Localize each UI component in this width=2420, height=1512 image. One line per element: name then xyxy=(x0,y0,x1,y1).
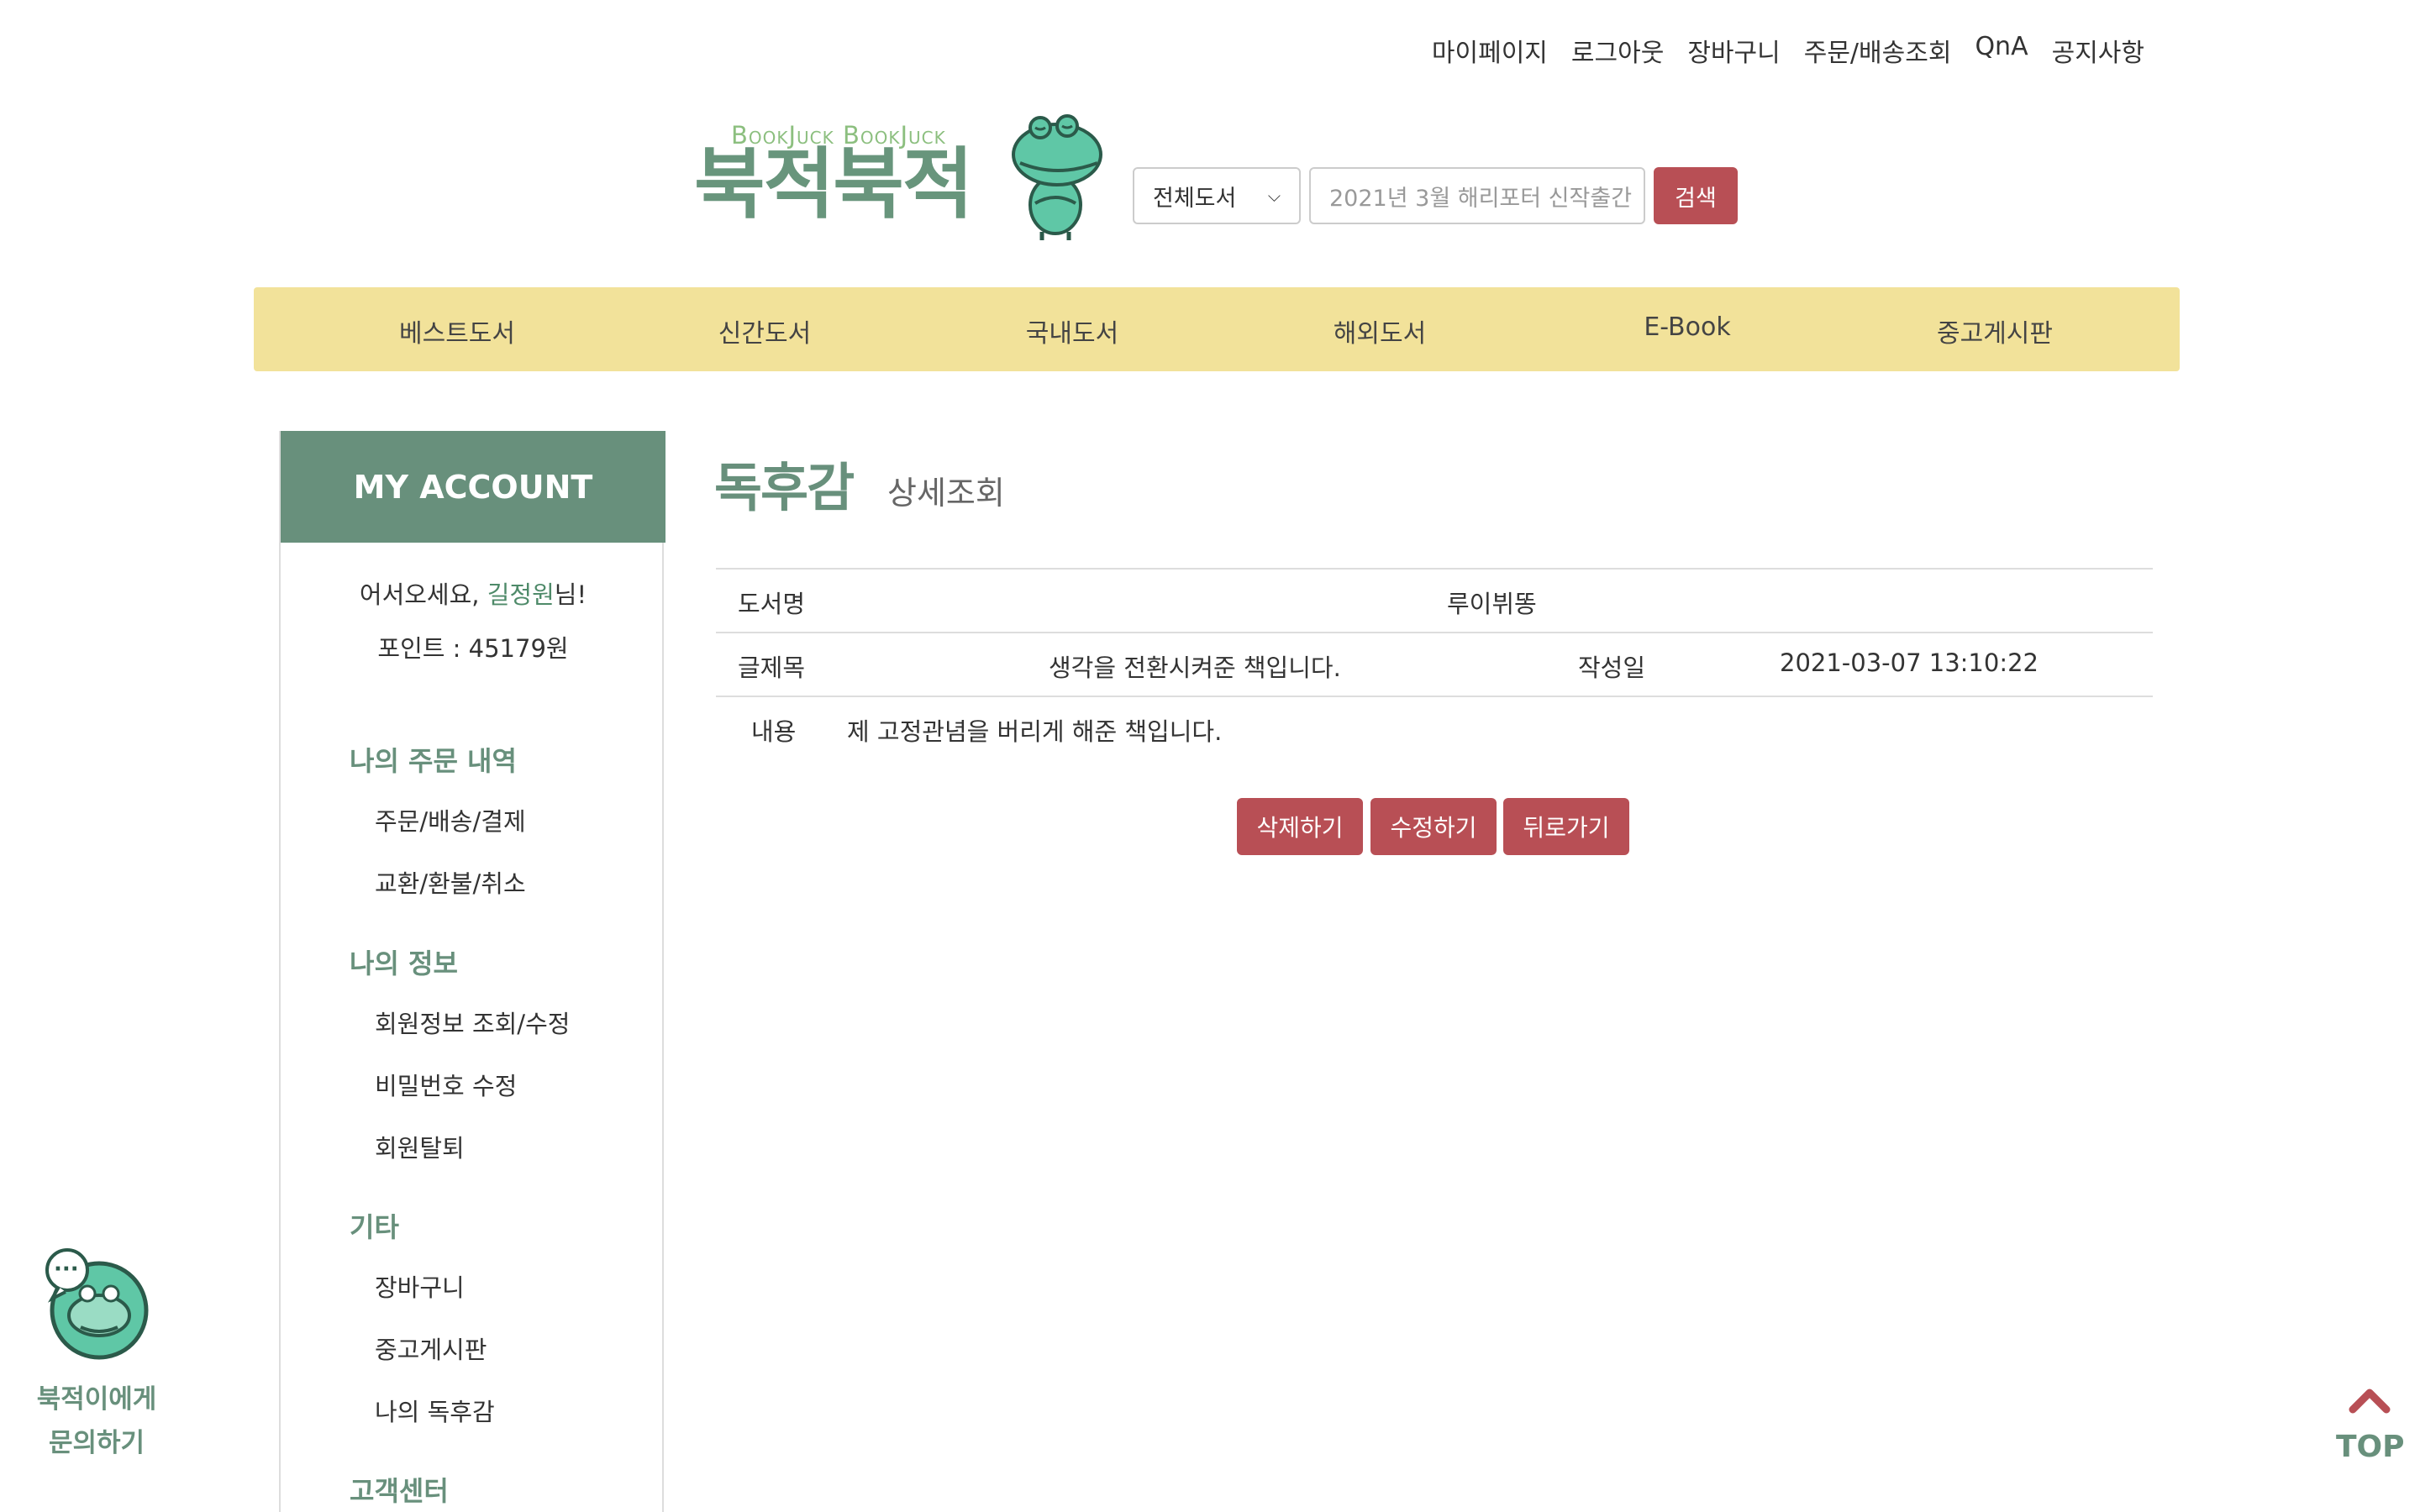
user-name: 길정원 xyxy=(487,580,555,609)
link-mypage[interactable]: 마이페이지 xyxy=(1432,32,1548,69)
search-button[interactable]: 검색 xyxy=(1654,167,1738,224)
nav-item-new[interactable]: 신간도서 xyxy=(718,312,811,349)
chat-label: 북적이에게문의하기 xyxy=(25,1378,168,1465)
user-points: 포인트 : 45179원 xyxy=(377,634,569,663)
crocodile-mascot-icon xyxy=(1012,114,1102,240)
welcome-prefix: 어서오세요, xyxy=(359,580,487,609)
table-divider xyxy=(716,696,2153,697)
chevron-down-icon: ⌵ xyxy=(1267,186,1281,206)
chat-inquiry-button[interactable]: ··· 북적이에게문의하기 xyxy=(25,1243,168,1462)
search-category-value: 전체도서 xyxy=(1153,185,1237,212)
chat-label-line1: 북적이에게 xyxy=(36,1384,157,1415)
link-cart[interactable]: 장바구니 xyxy=(1687,32,1780,69)
search-input[interactable]: 2021년 3월 해리포터 신작출간 xyxy=(1309,167,1645,224)
logo-korean-text: 북적북적 xyxy=(694,139,974,229)
page-subtitle: 상세조회 xyxy=(887,475,1005,512)
delete-button[interactable]: 삭제하기 xyxy=(1237,798,1363,855)
sidebar-item-withdraw[interactable]: 회원탈퇴 xyxy=(375,1129,465,1164)
sidebar-item-used-board[interactable]: 중고게시판 xyxy=(375,1331,487,1366)
section-title-orders: 나의 주문 내역 xyxy=(350,745,517,777)
top-utility-links: 마이페이지 로그아웃 장바구니 주문/배송조회 QnA 공지사항 xyxy=(1432,32,2144,69)
link-order-tracking[interactable]: 주문/배송조회 xyxy=(1804,32,1952,69)
nav-item-domestic[interactable]: 국내도서 xyxy=(1026,312,1118,349)
section-title-my-info: 나의 정보 xyxy=(350,948,458,979)
written-date-value: 2021-03-07 13:10:22 xyxy=(1780,648,2039,677)
nav-item-ebook[interactable]: E-Book xyxy=(1644,312,1730,342)
welcome-message: 어서오세요, 길정원님! xyxy=(281,575,666,611)
written-date-label: 작성일 xyxy=(1578,654,1646,682)
table-divider xyxy=(716,632,2153,633)
main-nav-bar: 베스트도서 신간도서 국내도서 해외도서 E-Book 중고게시판 xyxy=(254,287,2180,371)
scroll-top-button[interactable]: TOP xyxy=(2336,1378,2405,1470)
sidebar-header: MY ACCOUNT xyxy=(281,431,666,543)
edit-button[interactable]: 수정하기 xyxy=(1370,798,1497,855)
welcome-suffix: 님! xyxy=(554,580,587,609)
back-button[interactable]: 뒤로가기 xyxy=(1503,798,1629,855)
table-divider xyxy=(716,568,2153,570)
sidebar-item-my-reviews[interactable]: 나의 독후감 xyxy=(375,1393,495,1428)
nav-item-best[interactable]: 베스트도서 xyxy=(399,312,515,349)
account-sidebar: MY ACCOUNT 어서오세요, 길정원님! 포인트 : 45179원 나의 … xyxy=(279,431,666,1512)
search-category-select[interactable]: 전체도서 ⌵ xyxy=(1133,167,1301,224)
link-qna[interactable]: QnA xyxy=(1975,32,2028,69)
book-name-label: 도서명 xyxy=(738,590,806,618)
link-logout[interactable]: 로그아웃 xyxy=(1571,32,1664,69)
nav-item-foreign[interactable]: 해외도서 xyxy=(1334,312,1426,349)
sidebar-item-exchange-refund[interactable]: 교환/환불/취소 xyxy=(375,864,526,900)
chat-bubble-dots: ··· xyxy=(54,1257,79,1282)
chat-label-line2: 문의하기 xyxy=(48,1428,145,1458)
chat-mascot-icon xyxy=(45,1248,149,1360)
book-name-value: 루이뷔똥 xyxy=(1447,590,1537,618)
section-title-etc: 기타 xyxy=(350,1211,399,1243)
content-value: 제 고정관념을 버리게 해준 책입니다. xyxy=(847,717,1223,746)
chevron-up-icon xyxy=(2349,1389,2391,1414)
content-label: 내용 xyxy=(751,717,797,746)
page-title: 독후감 xyxy=(714,457,855,518)
scroll-top-label: TOP xyxy=(2336,1430,2405,1464)
site-logo[interactable]: BookJuck BookJuck 북적북적 xyxy=(694,109,1106,244)
link-notice[interactable]: 공지사항 xyxy=(2052,32,2144,69)
review-title-value: 생각을 전환시켜준 책입니다. xyxy=(1049,654,1341,682)
sidebar-item-member-info[interactable]: 회원정보 조회/수정 xyxy=(375,1005,570,1040)
sidebar-item-cart[interactable]: 장바구니 xyxy=(375,1268,465,1304)
sidebar-item-order-delivery[interactable]: 주문/배송/결제 xyxy=(375,802,526,837)
nav-item-used-board[interactable]: 중고게시판 xyxy=(1937,312,2053,349)
review-title-label: 글제목 xyxy=(738,654,806,682)
sidebar-item-change-password[interactable]: 비밀번호 수정 xyxy=(375,1067,517,1102)
section-title-customer-center: 고객센터 xyxy=(350,1475,449,1507)
